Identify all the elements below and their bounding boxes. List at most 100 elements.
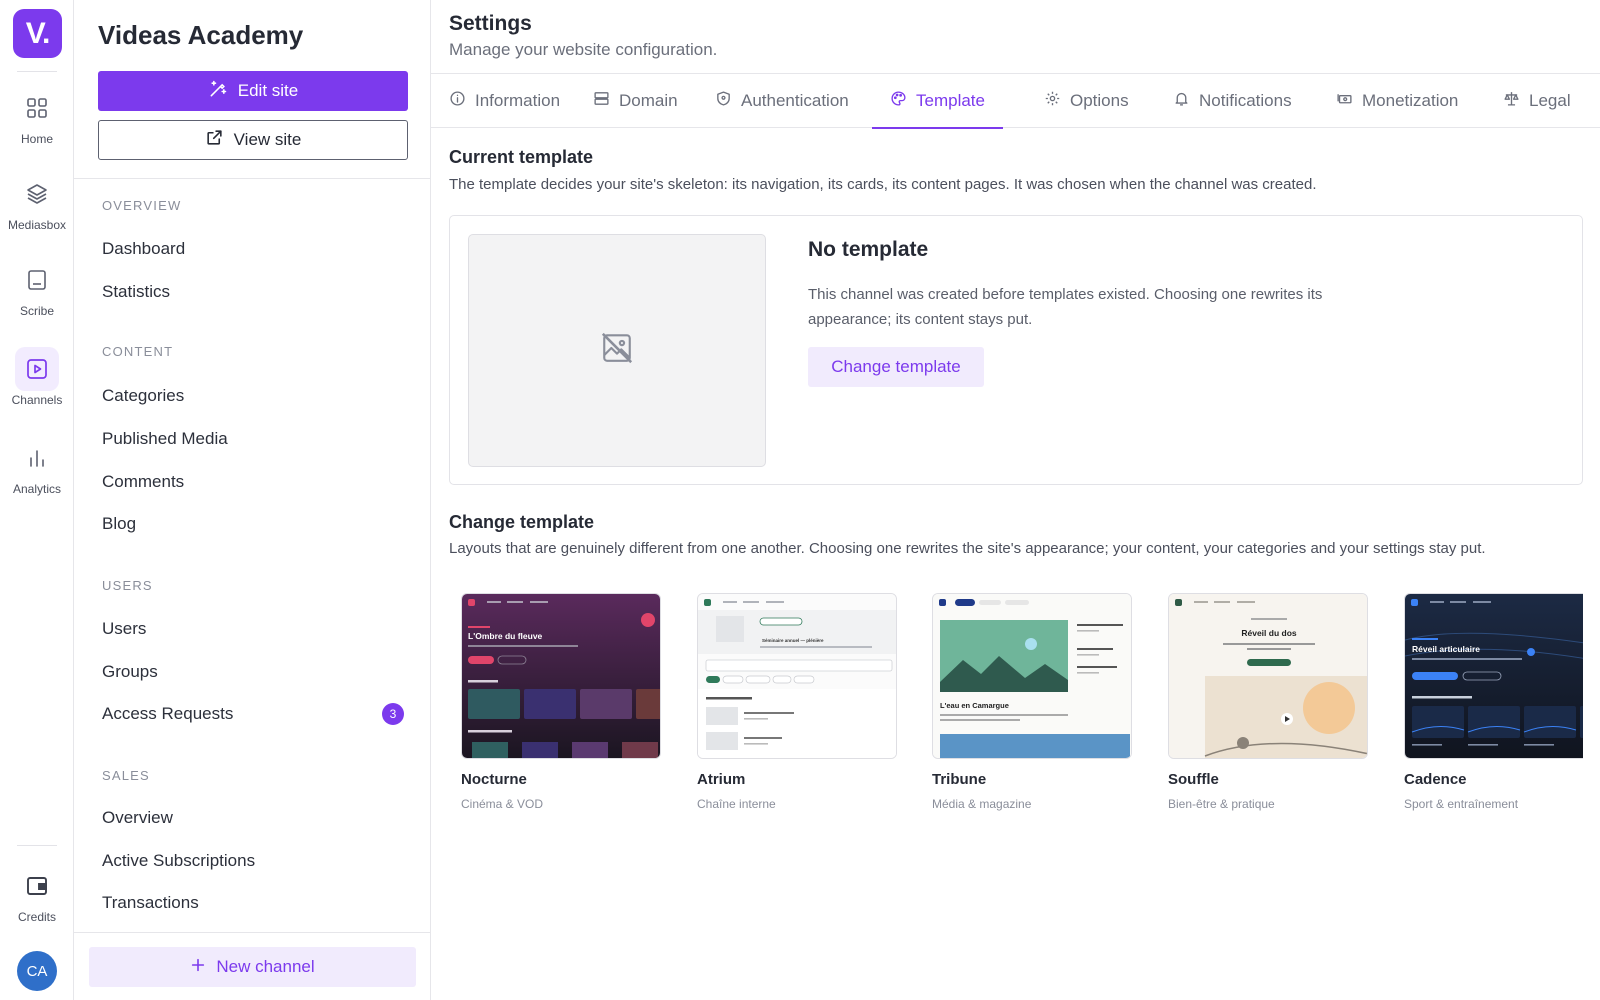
template-name: Nocturne bbox=[461, 771, 527, 788]
palette-icon bbox=[890, 90, 907, 112]
sidebar-item-transactions[interactable]: Transactions bbox=[102, 893, 404, 913]
rail-divider bbox=[17, 845, 57, 846]
shield-icon bbox=[715, 90, 732, 112]
new-channel-label: New channel bbox=[216, 957, 315, 976]
settings-tabs: Information Domain Authentication Templa… bbox=[431, 74, 1600, 129]
svg-text:Réveil articulaire: Réveil articulaire bbox=[1412, 644, 1480, 654]
external-link-icon bbox=[205, 128, 224, 152]
template-preview: L'Ombre du fleuve bbox=[461, 593, 661, 759]
sidebar-item-statistics[interactable]: Statistics bbox=[102, 282, 404, 302]
rail-label: Scribe bbox=[19, 304, 54, 318]
access-requests-badge: 3 bbox=[382, 703, 404, 725]
sidebar-item-blog[interactable]: Blog bbox=[102, 514, 404, 534]
current-template-card: No template This channel was created bef… bbox=[449, 215, 1583, 485]
template-card-cadence[interactable]: Réveil articulaire Cadence Sport & entra… bbox=[1404, 593, 1583, 811]
settings-main: Settings Manage your website configurati… bbox=[431, 0, 1600, 1000]
section-content: CONTENT bbox=[102, 344, 174, 359]
template-name: Cadence bbox=[1404, 771, 1467, 788]
template-card-atrium[interactable]: Séminaire annuel — plénière Atrium Chaîn… bbox=[697, 593, 897, 811]
rail-item-scribe[interactable]: Scribe bbox=[0, 258, 74, 318]
app-logo[interactable]: V. bbox=[13, 9, 62, 58]
sidebar-item-users[interactable]: Users bbox=[102, 619, 404, 639]
svg-text:Séminaire annuel — plénière: Séminaire annuel — plénière bbox=[762, 638, 824, 643]
sidebar-item-dashboard[interactable]: Dashboard bbox=[102, 239, 404, 259]
template-category: Média & magazine bbox=[932, 797, 1032, 811]
view-site-button[interactable]: View site bbox=[98, 120, 408, 160]
tab-authentication[interactable]: Authentication bbox=[715, 74, 849, 128]
page-title: Settings bbox=[449, 12, 532, 35]
svg-text:L'Ombre du fleuve: L'Ombre du fleuve bbox=[468, 631, 543, 641]
rail-item-home[interactable]: Home bbox=[0, 86, 74, 146]
app-rail: V. Home Mediasbox Scribe Channels Analyt… bbox=[0, 0, 74, 1000]
layers-icon bbox=[15, 172, 59, 216]
tab-monetization[interactable]: Monetization bbox=[1336, 74, 1458, 128]
tab-domain[interactable]: Domain bbox=[593, 74, 678, 128]
no-template-title: No template bbox=[808, 238, 929, 261]
magic-wand-icon bbox=[208, 79, 228, 104]
rail-item-credits[interactable]: Credits bbox=[0, 864, 74, 924]
grid-icon bbox=[15, 86, 59, 130]
template-category: Bien-être & pratique bbox=[1168, 797, 1275, 811]
sidebar-item-sales-overview[interactable]: Overview bbox=[102, 808, 404, 828]
rail-label: Home bbox=[20, 132, 53, 146]
template-preview: Réveil du dos bbox=[1168, 593, 1368, 759]
section-sales: SALES bbox=[102, 768, 150, 783]
sidebar-item-groups[interactable]: Groups bbox=[102, 662, 404, 682]
rail-item-mediasbox[interactable]: Mediasbox bbox=[0, 172, 74, 232]
current-template-heading: Current template bbox=[449, 147, 594, 167]
tab-legal[interactable]: Legal bbox=[1503, 74, 1571, 128]
current-template-description: The template decides your site's skeleto… bbox=[449, 176, 1317, 193]
bell-icon bbox=[1173, 90, 1190, 112]
template-card-souffle[interactable]: Réveil du dos Souffle Bien-être & pratiq… bbox=[1168, 593, 1368, 811]
rail-label: Mediasbox bbox=[7, 218, 67, 232]
change-template-button[interactable]: Change template bbox=[808, 347, 984, 387]
sidebar-divider bbox=[74, 178, 431, 179]
plus-icon bbox=[190, 957, 206, 978]
rail-label: Credits bbox=[17, 910, 56, 924]
edit-site-button[interactable]: Edit site bbox=[98, 71, 408, 111]
template-card-tribune[interactable]: L'eau en Camargue Tribune Média & magazi… bbox=[932, 593, 1132, 811]
tab-information[interactable]: Information bbox=[449, 74, 560, 128]
change-template-heading: Change template bbox=[449, 512, 595, 532]
change-template-description: Layouts that are genuinely different fro… bbox=[449, 540, 1486, 557]
template-category: Sport & entraînement bbox=[1404, 797, 1519, 811]
tab-notifications[interactable]: Notifications bbox=[1173, 74, 1292, 128]
tab-options[interactable]: Options bbox=[1044, 74, 1129, 128]
template-category: Chaîne interne bbox=[697, 797, 776, 811]
money-icon bbox=[1336, 90, 1353, 112]
no-template-description: This channel was created before template… bbox=[808, 286, 1323, 328]
template-gallery: L'Ombre du fleuve Nocturne Cinéma & VOD bbox=[449, 593, 1583, 823]
template-name: Souffle bbox=[1168, 771, 1219, 788]
scale-icon bbox=[1503, 90, 1520, 112]
wallet-icon bbox=[15, 864, 59, 908]
rail-item-analytics[interactable]: Analytics bbox=[0, 436, 74, 496]
server-icon bbox=[593, 90, 610, 112]
sidebar-item-comments[interactable]: Comments bbox=[102, 472, 404, 492]
bar-chart-icon bbox=[15, 436, 59, 480]
template-preview-placeholder bbox=[468, 234, 766, 467]
rail-divider bbox=[17, 71, 57, 72]
template-category: Cinéma & VOD bbox=[461, 797, 544, 811]
sidebar-item-categories[interactable]: Categories bbox=[102, 386, 404, 406]
rail-label: Channels bbox=[11, 393, 63, 407]
gear-icon bbox=[1044, 90, 1061, 112]
sidebar: Videas Academy Edit site View site OVERV… bbox=[74, 0, 431, 1000]
sidebar-item-access-requests[interactable]: Access Requests 3 bbox=[102, 703, 404, 725]
tab-template[interactable]: Template bbox=[872, 74, 1003, 129]
view-site-label: View site bbox=[233, 130, 302, 149]
template-preview: Séminaire annuel — plénière bbox=[697, 593, 897, 759]
no-image-icon bbox=[600, 331, 634, 370]
svg-text:Réveil du dos: Réveil du dos bbox=[1241, 628, 1297, 638]
new-channel-button[interactable]: New channel bbox=[89, 947, 416, 987]
svg-text:L'eau en Camargue: L'eau en Camargue bbox=[940, 701, 1009, 710]
sidebar-item-active-subscriptions[interactable]: Active Subscriptions bbox=[102, 851, 404, 871]
play-square-icon bbox=[15, 347, 59, 391]
avatar[interactable]: CA bbox=[17, 951, 57, 991]
rail-item-channels[interactable]: Channels bbox=[0, 347, 74, 407]
sidebar-item-published-media[interactable]: Published Media bbox=[102, 429, 404, 449]
template-name: Tribune bbox=[932, 771, 987, 788]
document-icon bbox=[15, 258, 59, 302]
template-preview: Réveil articulaire bbox=[1404, 593, 1583, 759]
template-card-nocturne[interactable]: L'Ombre du fleuve Nocturne Cinéma & VOD bbox=[461, 593, 661, 811]
section-users: USERS bbox=[102, 578, 153, 593]
